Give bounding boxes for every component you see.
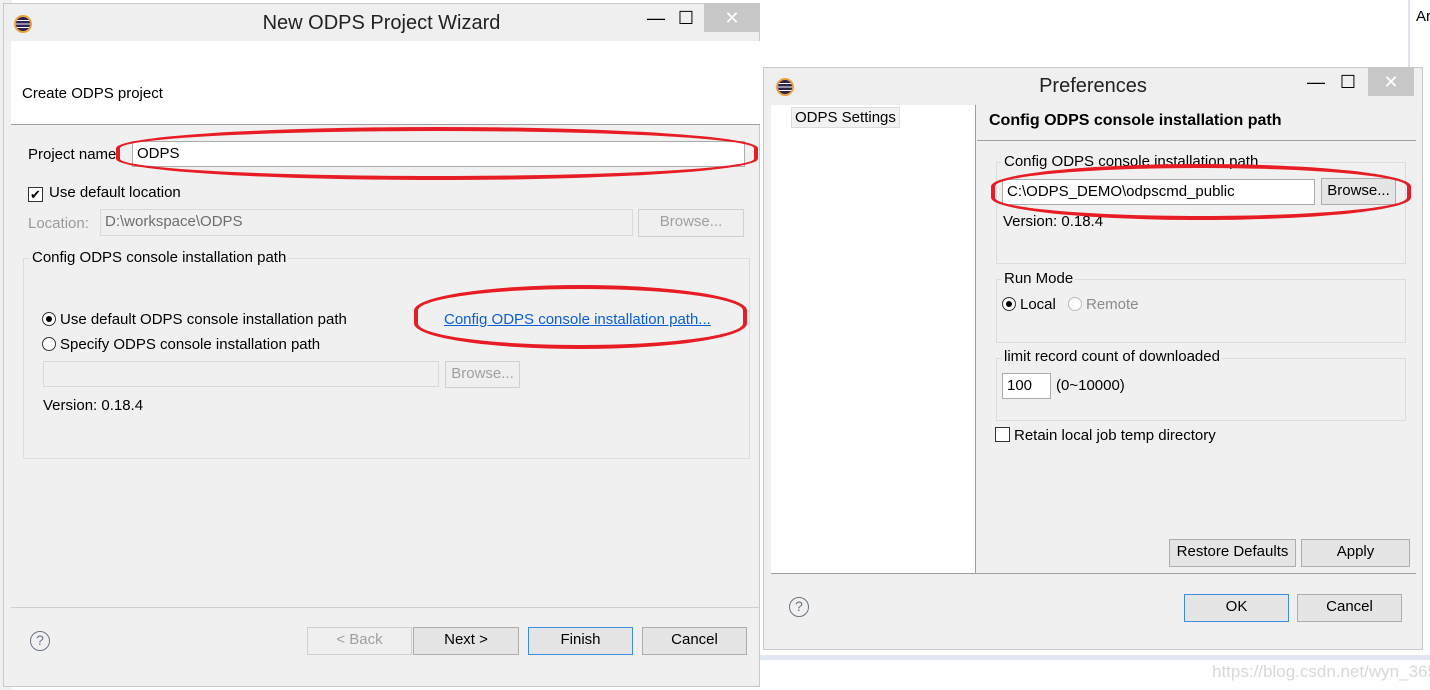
location-input[interactable]: D:\workspace\ODPS — [100, 209, 633, 236]
maximize-button[interactable]: ☐ — [664, 4, 708, 32]
wizard-header-text: Create ODPS project — [22, 85, 163, 102]
checkbox-unchecked-icon — [995, 427, 1010, 442]
run-mode-local-radio[interactable]: Local — [1002, 296, 1056, 313]
limit-title: limit record count of downloaded — [1002, 348, 1222, 365]
wizard-version: Version: 0.18.4 — [43, 397, 144, 414]
radio-selected-icon — [42, 312, 56, 326]
radio-specify-path[interactable]: Specify ODPS console installation path — [42, 336, 320, 353]
annotation-circle — [991, 164, 1411, 220]
radio-specify-label: Specify ODPS console installation path — [60, 336, 321, 353]
location-label: Location: — [28, 215, 89, 232]
location-browse-button[interactable]: Browse... — [638, 209, 744, 237]
restore-defaults-button[interactable]: Restore Defaults — [1169, 539, 1296, 567]
page-header: Config ODPS console installation path — [977, 105, 1416, 141]
close-button[interactable]: ✕ — [1368, 68, 1414, 96]
checkbox-checked-icon: ✔ — [28, 187, 43, 202]
retain-temp-label: Retain local job temp directory — [1014, 427, 1216, 444]
radio-selected-icon — [1002, 297, 1016, 311]
preferences-title-bar: Preferences — ☐ ✕ — [764, 68, 1422, 106]
cancel-button[interactable]: Cancel — [642, 627, 747, 655]
ok-button[interactable]: OK — [1184, 594, 1289, 622]
divider — [11, 607, 760, 608]
help-icon[interactable]: ? — [789, 597, 809, 617]
use-default-location-label: Use default location — [49, 184, 181, 201]
run-mode-local-label: Local — [1020, 296, 1056, 313]
radio-disabled-icon — [1068, 297, 1082, 311]
cancel-button[interactable]: Cancel — [1297, 594, 1402, 622]
radio-default-label: Use default ODPS console installation pa… — [60, 311, 347, 328]
specify-path-input[interactable] — [43, 361, 439, 387]
back-button[interactable]: < Back — [307, 627, 412, 655]
use-default-location-checkbox[interactable]: ✔ Use default location — [28, 184, 181, 202]
annotation-circle — [116, 127, 758, 180]
run-mode-remote-radio[interactable]: Remote — [1068, 296, 1139, 313]
next-button[interactable]: Next > — [413, 627, 519, 655]
preferences-tree: ODPS Settings — [771, 105, 976, 573]
wizard-title-bar: New ODPS Project Wizard — ☐ ✕ — [4, 4, 760, 42]
apply-button[interactable]: Apply — [1301, 539, 1410, 567]
config-path-group-title: Config ODPS console installation path — [30, 249, 289, 266]
watermark: https://blog.csdn.net/wyn_365 — [1212, 662, 1430, 681]
annotation-circle — [414, 285, 747, 349]
retain-temp-checkbox[interactable]: Retain local job temp directory — [995, 427, 1216, 444]
maximize-button[interactable]: ☐ — [1326, 68, 1370, 96]
wizard-header: Create ODPS project — [11, 41, 760, 125]
radio-unselected-icon — [42, 337, 56, 351]
tree-item-odps-settings[interactable]: ODPS Settings — [791, 107, 900, 128]
page-title: Config ODPS console installation path — [989, 112, 1282, 129]
divider — [771, 573, 1416, 574]
close-button[interactable]: ✕ — [704, 4, 760, 32]
preferences-dialog: Preferences — ☐ ✕ ODPS Settings Config O… — [763, 67, 1423, 650]
help-icon[interactable]: ? — [30, 631, 50, 651]
limit-input[interactable]: 100 — [1002, 373, 1051, 399]
run-mode-title: Run Mode — [1002, 270, 1076, 287]
run-mode-remote-label: Remote — [1086, 296, 1139, 313]
project-name-label: Project name: — [28, 146, 121, 163]
radio-default-path[interactable]: Use default ODPS console installation pa… — [42, 311, 347, 328]
limit-range: (0~10000) — [1056, 377, 1125, 394]
specify-browse-button[interactable]: Browse... — [445, 361, 520, 388]
run-mode-group — [996, 279, 1406, 343]
finish-button[interactable]: Finish — [528, 627, 633, 655]
background-partial-text: Ar — [1416, 8, 1430, 25]
